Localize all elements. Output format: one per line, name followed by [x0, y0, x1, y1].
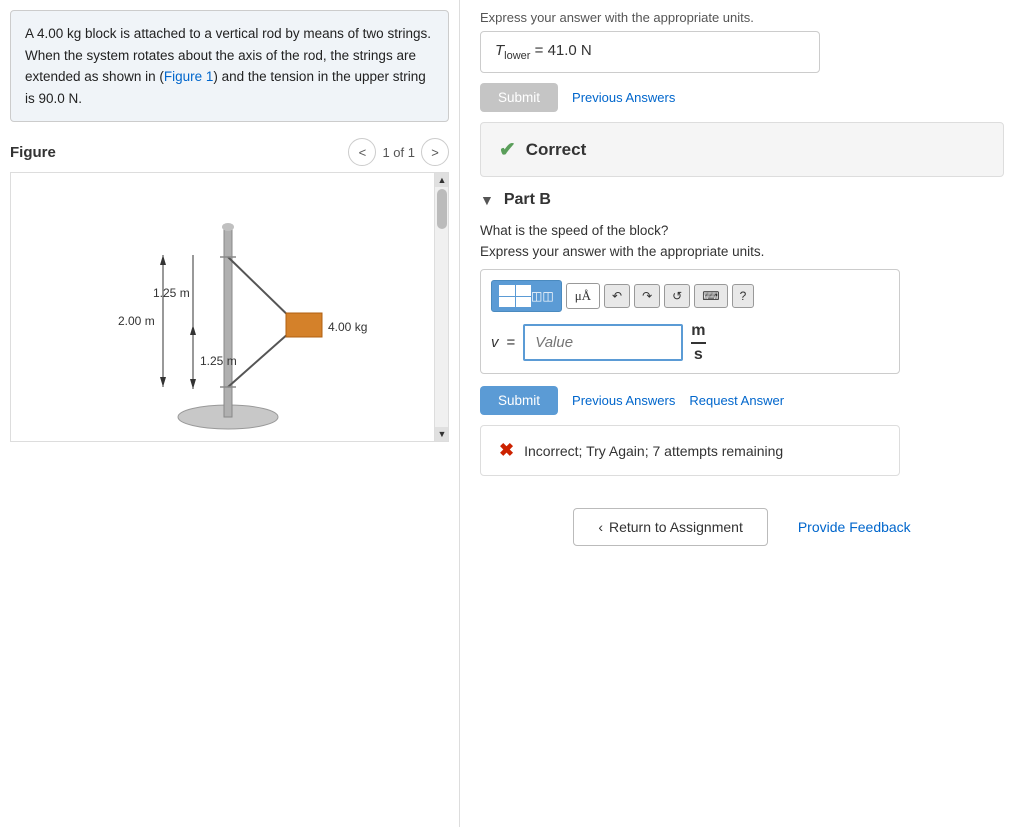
help-button[interactable]: ?: [732, 284, 755, 308]
correct-banner: ✔ Correct: [480, 122, 1004, 177]
math-equals: =: [507, 334, 516, 351]
scrollbar-thumb[interactable]: [437, 189, 447, 229]
bottom-bar: ‹ Return to Assignment Provide Feedback: [480, 492, 1004, 554]
unit-numerator: m: [691, 322, 705, 340]
math-value-input[interactable]: [523, 324, 683, 361]
figure-title: Figure: [10, 144, 56, 161]
part-b-section: ▼ Part B What is the speed of the block?…: [480, 191, 1004, 476]
figure-section: Figure < 1 of 1 >: [10, 138, 449, 442]
figure-diagram: 1.25 m 2.00 m 1.25 m: [28, 177, 418, 437]
answer-value: = 41.0 N: [535, 42, 592, 59]
return-label: Return to Assignment: [609, 519, 743, 535]
figure-container: 1.25 m 2.00 m 1.25 m: [10, 172, 449, 442]
redo-button[interactable]: ↷: [634, 284, 660, 308]
mu-button[interactable]: μÅ: [566, 283, 600, 309]
math-toolbar: ◫◫ μÅ ↶ ↷ ↺ ⌨ ?: [491, 280, 889, 312]
grid-icon: [499, 285, 531, 307]
problem-text-content: A 4.00 kg block is attached to a vertica…: [25, 26, 431, 106]
request-answer-link[interactable]: Request Answer: [689, 393, 784, 408]
figure-link[interactable]: Figure 1: [164, 69, 214, 84]
grid-icon-button[interactable]: ◫◫: [491, 280, 562, 312]
submit-button-a[interactable]: Submit: [480, 83, 558, 112]
svg-text:1.25 m: 1.25 m: [153, 286, 190, 300]
figure-prev-button[interactable]: <: [348, 138, 376, 166]
refresh-button[interactable]: ↺: [664, 284, 690, 308]
part-b-question: What is the speed of the block?: [480, 223, 1004, 238]
answer-field-row-a: Tlower = 41.0 N: [480, 31, 1004, 73]
svg-text:2.00 m: 2.00 m: [118, 314, 155, 328]
part-b-header: ▼ Part B: [480, 191, 1004, 209]
return-arrow-icon: ‹: [598, 519, 603, 535]
fraction-bar: [691, 342, 705, 344]
answer-variable: Tlower: [495, 42, 530, 59]
keyboard-button[interactable]: ⌨: [694, 284, 727, 308]
answer-input-box-a: Tlower = 41.0 N: [480, 31, 820, 73]
return-button[interactable]: ‹ Return to Assignment: [573, 508, 768, 546]
part-b-arrow-icon: ▼: [480, 192, 494, 208]
math-input-container: ◫◫ μÅ ↶ ↷ ↺ ⌨ ? v: [480, 269, 900, 374]
figure-count: 1 of 1: [382, 145, 415, 160]
problem-text: A 4.00 kg block is attached to a vertica…: [10, 10, 449, 122]
part-a-section: Express your answer with the appropriate…: [480, 10, 1004, 177]
scroll-down-arrow[interactable]: ▼: [435, 427, 449, 441]
correct-check-icon: ✔: [499, 137, 516, 162]
undo-button[interactable]: ↶: [604, 284, 630, 308]
figure-next-button[interactable]: >: [421, 138, 449, 166]
figure-scrollbar[interactable]: ▲ ▼: [434, 173, 448, 441]
incorrect-banner: ✖ Incorrect; Try Again; 7 attempts remai…: [480, 425, 900, 476]
express-label-b: Express your answer with the appropriate…: [480, 244, 1004, 259]
svg-text:4.00 kg: 4.00 kg: [328, 320, 367, 334]
incorrect-text: Incorrect; Try Again; 7 attempts remaini…: [524, 443, 783, 459]
math-input-row: v = m s: [491, 322, 889, 363]
part-b-title: Part B: [504, 191, 551, 209]
previous-answers-link-a[interactable]: Previous Answers: [572, 90, 675, 105]
left-panel: A 4.00 kg block is attached to a vertica…: [0, 0, 460, 827]
correct-text: Correct: [526, 140, 586, 160]
submit-row-b: Submit Previous Answers Request Answer: [480, 386, 1004, 415]
unit-denominator: s: [694, 346, 703, 364]
figure-header: Figure < 1 of 1 >: [10, 138, 449, 166]
right-panel: Express your answer with the appropriate…: [460, 0, 1024, 827]
submit-button-b[interactable]: Submit: [480, 386, 558, 415]
math-fraction-unit: m s: [691, 322, 705, 363]
math-variable-v: v: [491, 334, 499, 351]
express-label-a: Express your answer with the appropriate…: [480, 10, 1004, 25]
incorrect-x-icon: ✖: [499, 440, 514, 461]
provide-feedback-link[interactable]: Provide Feedback: [798, 519, 911, 535]
previous-answers-link-b[interactable]: Previous Answers: [572, 393, 675, 408]
figure-svg-area: 1.25 m 2.00 m 1.25 m: [11, 173, 434, 441]
figure-nav: < 1 of 1 >: [348, 138, 449, 166]
submit-row-a: Submit Previous Answers: [480, 83, 1004, 112]
svg-text:1.25 m: 1.25 m: [200, 354, 237, 368]
scroll-up-arrow[interactable]: ▲: [435, 173, 449, 187]
